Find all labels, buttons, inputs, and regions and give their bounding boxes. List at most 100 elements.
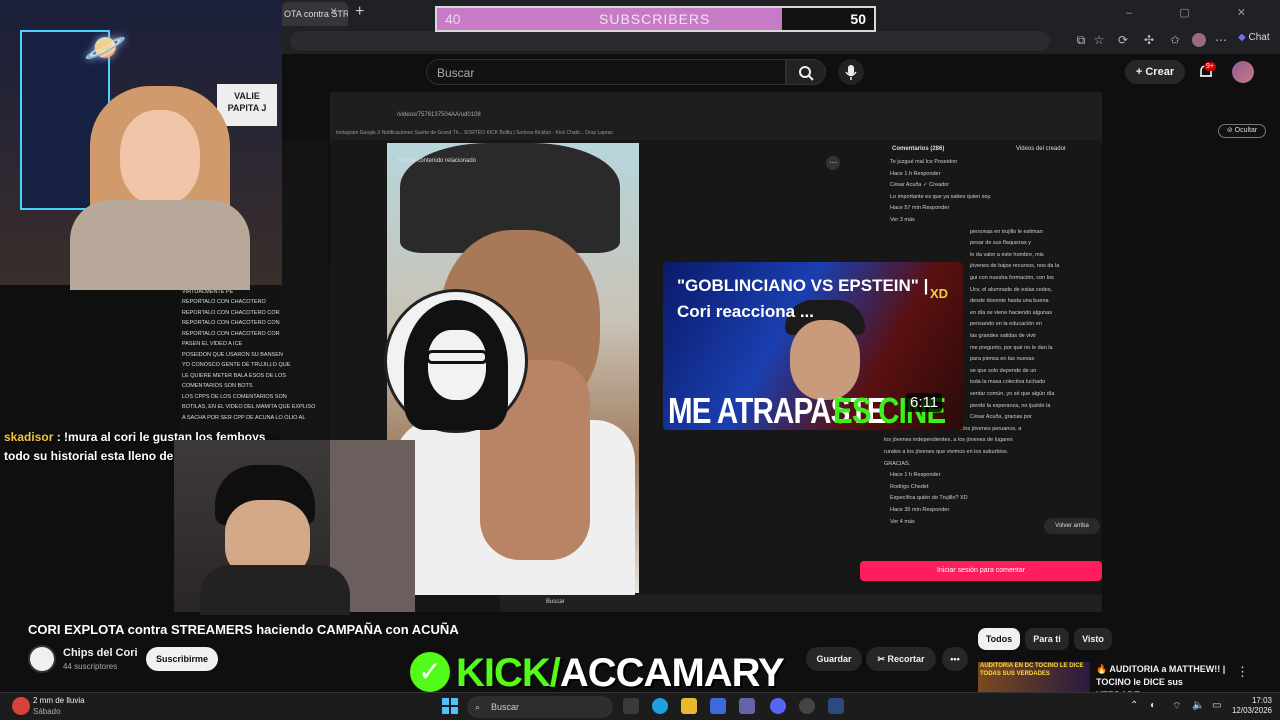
tray-app-icon[interactable]: ◐ [1150, 700, 1156, 711]
streamer-sweater [70, 200, 250, 290]
account-avatar[interactable] [1232, 61, 1254, 83]
notifications-badge: 9+ [1204, 62, 1216, 71]
channel-name[interactable]: Chips del Cori [63, 647, 138, 659]
taskbar-search-icon: ⌕ [475, 702, 481, 712]
comment-line: se que solo depende de un [970, 367, 1037, 374]
taskbar-search[interactable]: ⌕ Buscar [467, 696, 613, 718]
embedded-taskbar: Buscar [500, 595, 1102, 612]
volume-icon[interactable]: 🔈 [1192, 700, 1204, 711]
comment-line: rurales a los jóvenes que vivimos en los… [884, 449, 1009, 455]
logo-face [428, 330, 486, 400]
planet-neon-icon: 🪐 [84, 29, 127, 67]
browser-tab[interactable]: OTA contra STR [282, 2, 348, 26]
back-to-top-button: Volver arriba [1044, 518, 1100, 534]
subscribe-button[interactable]: Suscribirme [146, 647, 218, 671]
task-view-icon[interactable] [623, 698, 639, 714]
chip-for-you[interactable]: Para ti [1025, 628, 1069, 650]
recommended-more-icon[interactable]: ⋮ [1236, 664, 1249, 680]
embedded-chat: CHACOTEROCONELLOS ACABARON EL COLEGIOVIR… [180, 257, 330, 435]
comment-line: personas en trujillo le estiman [970, 228, 1043, 235]
chat-line: LE QUIERE METER BALA ESOS DE LOS [182, 372, 286, 379]
weather-icon[interactable] [12, 697, 30, 715]
chat-line: REPORTALO CON CHACOTERO COR [182, 330, 280, 337]
extension-icon[interactable]: ⟳ [1116, 33, 1130, 47]
webcam-sign: VALIE PAPITA J [217, 84, 277, 126]
comment-line: desde docente hasta una buena [970, 298, 1049, 305]
network-icon[interactable]: ⌔ [1172, 700, 1181, 713]
favorites-icon[interactable]: ✩ [1168, 33, 1182, 47]
embedded-url: /videos/7576137504AA/ud0108 [397, 112, 481, 118]
chat-username: skadisor [4, 430, 54, 444]
comment-line: GRACIAS. [884, 460, 911, 467]
new-tab-icon[interactable]: + [355, 3, 364, 21]
chat-label: Chat [1248, 32, 1270, 43]
window-controls[interactable]: – ▢ ✕ [1126, 6, 1268, 19]
comment-line: los jóvenes independientes, a los jóvene… [884, 437, 1013, 444]
taskbar-clock[interactable]: 17:03 12/03/2026 [1230, 696, 1272, 716]
discord-icon[interactable] [770, 698, 786, 714]
comment-line: pensando en la educación en [970, 321, 1042, 328]
voice-search-button[interactable] [838, 59, 864, 85]
puzzle-icon[interactable]: ✣ [1142, 33, 1156, 47]
save-button[interactable]: Guardar [806, 647, 862, 671]
guest-body [200, 565, 350, 615]
weather-day: Sábado [33, 707, 61, 716]
thumbnail-corner-text: XD [930, 286, 949, 301]
clock-time: 17:03 [1251, 696, 1272, 705]
chat-line: REPORTALO CON CHACOTERO COR [182, 309, 280, 316]
search-button[interactable] [786, 59, 826, 85]
chip-all[interactable]: Todos [978, 628, 1020, 650]
tray-chevron-icon[interactable]: ⌃ [1130, 700, 1138, 711]
search-icon [799, 66, 814, 81]
more-menu-icon[interactable]: ⋯ [1214, 33, 1228, 47]
edge-icon[interactable] [652, 698, 668, 714]
comment-line: Ver 3 más [890, 217, 915, 223]
save-label: Guardar [816, 654, 852, 664]
copilot-icon: ◆ [1238, 32, 1246, 43]
copilot-chat-button[interactable]: ◆ Chat [1238, 32, 1270, 43]
thumbnail-face [790, 320, 860, 400]
search-input[interactable]: Buscar [426, 59, 786, 85]
store-icon[interactable] [710, 698, 726, 714]
windows-taskbar [0, 692, 1280, 720]
windows-icon [442, 698, 458, 714]
tab-close-icon[interactable]: × [330, 4, 337, 18]
chat-line: REPORTALO CON CHACOTERO [182, 299, 266, 305]
logo-glasses [426, 350, 488, 364]
embedded-search-text: Buscar contenido relacionado [397, 158, 477, 164]
comment-line: Hace 35 min Responder [890, 507, 950, 513]
profile-avatar-icon[interactable] [1192, 33, 1206, 47]
subscriber-label: SUBSCRIBERS [599, 11, 711, 27]
chat-line: POSEIDON QUE USARON SU BANSEN [182, 351, 283, 358]
taskbar-search-label: Buscar [491, 702, 520, 712]
clock-date: 12/03/2026 [1231, 706, 1272, 715]
kick-handle: ACCAMARY [559, 651, 785, 695]
channel-avatar[interactable] [28, 645, 56, 673]
comment-line: César Acuña ✓ Creador [890, 182, 950, 189]
chat-line: A SACHA POR SER CPP DE ACUÑA LO OLIO AL [182, 414, 306, 421]
hide-button[interactable]: ⊘ Ocultar [1218, 124, 1266, 138]
bookmark-star-icon[interactable]: ☆ [1092, 33, 1106, 47]
clip-label: Recortar [887, 654, 925, 664]
settings-icon[interactable] [828, 698, 844, 714]
url-field[interactable] [290, 31, 1050, 51]
start-button[interactable] [442, 698, 458, 714]
install-icon[interactable]: ⧉ [1074, 33, 1088, 47]
comment-line: Te juzgué mal Ice Poseidon [890, 159, 958, 165]
more-actions-button[interactable]: ••• [942, 647, 968, 671]
battery-icon[interactable]: ▭ [1212, 700, 1221, 711]
clip-button[interactable]: ✂ Recortar [866, 647, 936, 671]
create-button[interactable]: + Crear [1125, 60, 1185, 84]
teams-icon[interactable] [739, 698, 755, 714]
obs-icon[interactable] [799, 698, 815, 714]
comment-line: para piensa en las nuevas [970, 356, 1035, 363]
chat-line: REPORTALO CON CHACOTERO CON [182, 320, 280, 326]
comment-line: gui con nuestra formación, con los [970, 275, 1054, 281]
plus-icon: + [1135, 66, 1146, 78]
chat-line: YO CONOSCO GENTE DE TRUJILLO QUE [182, 362, 291, 368]
chat-line: LOS CPPS DE LOS COMENTARIOS SON [182, 393, 287, 400]
chat-line: COMENTARIOS SON BOTS [182, 383, 253, 389]
file-explorer-icon[interactable] [681, 698, 697, 714]
chip-watched[interactable]: Visto [1074, 628, 1112, 650]
weather-text[interactable]: 2 mm de lluvia [33, 696, 85, 705]
